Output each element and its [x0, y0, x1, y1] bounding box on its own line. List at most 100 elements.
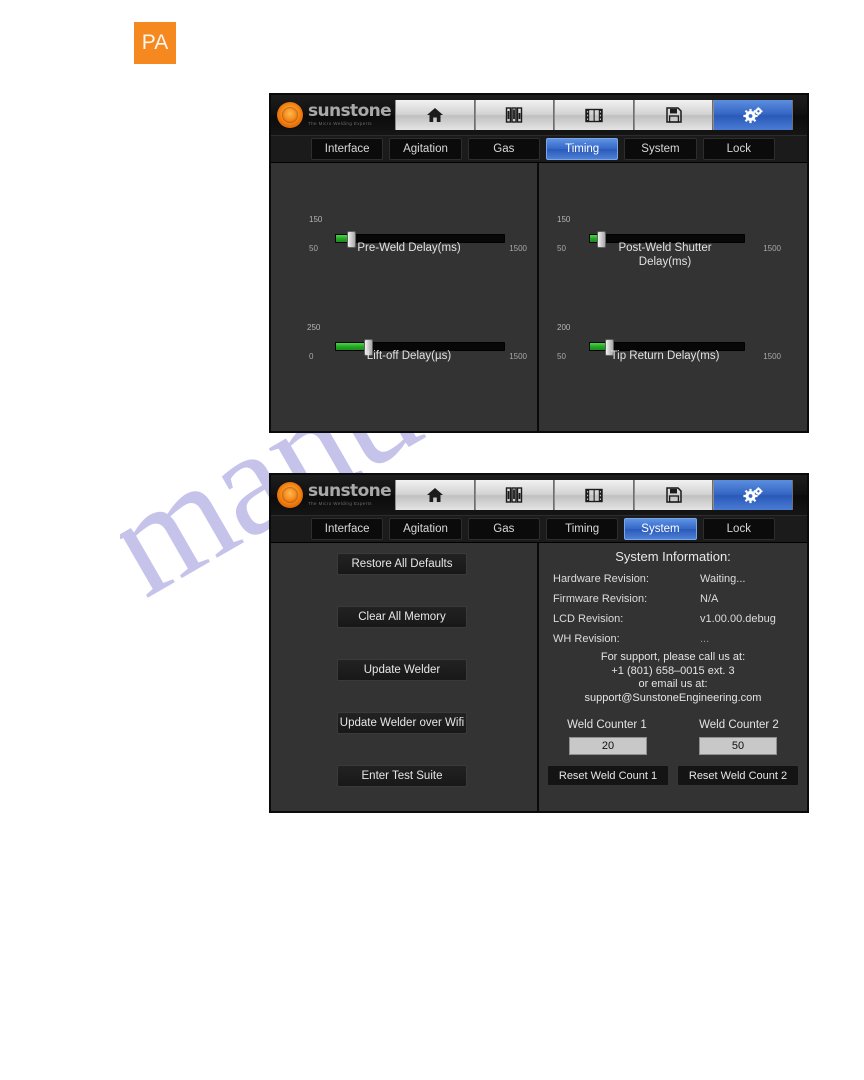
gears-icon	[743, 486, 763, 504]
sliders-icon	[505, 107, 523, 123]
brand-tagline: The Micro Welding Experts	[308, 501, 372, 507]
toolbar-button-settings[interactable]	[713, 100, 793, 130]
tab-agitation[interactable]: Agitation	[389, 518, 462, 540]
tab-timing[interactable]: Timing	[545, 518, 619, 540]
slider-label: Lift-off Delay(µs)	[366, 350, 452, 362]
toolbar-button-home[interactable]	[395, 480, 475, 510]
reset-weld-count-1-button[interactable]: Reset Weld Count 1	[547, 765, 669, 786]
device-screenshot-system: sunstone The Micro Welding Experts Inter…	[269, 473, 809, 813]
reset-weld-count-2-button[interactable]: Reset Weld Count 2	[677, 765, 799, 786]
tab-interface[interactable]: Interface	[311, 138, 384, 160]
save-icon	[665, 107, 682, 123]
toolbar-button-save[interactable]	[633, 100, 714, 130]
tab-interface[interactable]: Interface	[311, 518, 384, 540]
slider-label: Post-Weld Shutter Delay(ms)	[618, 242, 712, 268]
info-key: Hardware Revision:	[553, 573, 649, 585]
support-line-2: or email us at:	[638, 678, 708, 690]
support-email: support@SunstoneEngineering.com	[584, 691, 762, 704]
tab-agitation[interactable]: Agitation	[389, 138, 462, 160]
brand: sunstone The Micro Welding Experts	[273, 482, 393, 508]
gears-icon	[743, 106, 763, 124]
weld-counter-1-label: Weld Counter 1	[567, 719, 647, 731]
slider-value: 150	[557, 215, 571, 224]
slider-max: 1500	[509, 352, 527, 361]
pa-logo: PA	[134, 22, 176, 64]
system-information-pane: System Information: Hardware Revision: W…	[539, 543, 807, 811]
brand-name: sunstone	[308, 481, 392, 502]
app-header: sunstone The Micro Welding Experts	[271, 95, 807, 135]
film-icon	[585, 108, 603, 123]
slider-min: 50	[557, 352, 566, 361]
toolbar-button-sliders[interactable]	[474, 480, 555, 510]
toolbar-button-sliders[interactable]	[474, 100, 555, 130]
tab-system[interactable]: System	[624, 518, 697, 540]
tab-bar-timing: Interface Agitation Gas Timing System Lo…	[271, 135, 807, 163]
info-row-firmware-revision: Firmware Revision: N/A	[553, 593, 797, 610]
timing-left-pane: 150 50 1500 Pre-Weld Delay(ms) 250 0 150…	[271, 163, 539, 431]
slider-max: 1500	[509, 244, 527, 253]
tab-timing[interactable]: Timing	[545, 138, 619, 160]
system-panes: Restore All Defaults Clear All Memory Up…	[271, 543, 807, 811]
home-icon	[426, 487, 444, 503]
timing-panes: 150 50 1500 Pre-Weld Delay(ms) 250 0 150…	[271, 163, 807, 431]
toolbar-button-save[interactable]	[633, 480, 714, 510]
slider-max: 1500	[763, 244, 781, 253]
tab-gas[interactable]: Gas	[467, 518, 540, 540]
save-icon	[665, 487, 682, 503]
sliders-icon	[505, 487, 523, 503]
enter-test-suite-button[interactable]: Enter Test Suite	[337, 765, 467, 787]
brand-name: sunstone	[308, 101, 392, 122]
toolbar-button-settings[interactable]	[713, 480, 793, 510]
slider-value: 200	[557, 323, 571, 332]
toolbar	[395, 100, 805, 130]
toolbar-button-film[interactable]	[554, 100, 634, 130]
slider-min: 0	[309, 352, 314, 361]
slider-value: 250	[307, 323, 321, 332]
sun-burst-icon	[277, 482, 303, 508]
home-icon	[426, 107, 444, 123]
support-phone: +1 (801) 658–0015 ext. 3	[611, 664, 735, 677]
slider-value: 150	[309, 215, 323, 224]
device-screenshot-timing: sunstone The Micro Welding Experts Inter…	[269, 93, 809, 433]
app-header: sunstone The Micro Welding Experts	[271, 475, 807, 515]
support-line-1: For support, please call us at:	[600, 651, 746, 663]
restore-all-defaults-button[interactable]: Restore All Defaults	[337, 553, 467, 575]
pa-logo-text: PA	[141, 31, 169, 54]
info-value: ...	[700, 633, 710, 645]
info-row-wh-revision: WH Revision: ...	[553, 633, 797, 650]
update-welder-button[interactable]: Update Welder	[337, 659, 467, 681]
info-row-lcd-revision: LCD Revision: v1.00.00.debug	[553, 613, 797, 630]
info-row-hardware-revision: Hardware Revision: Waiting...	[553, 573, 797, 590]
weld-counter-1-value: 20	[569, 737, 647, 755]
toolbar	[395, 480, 805, 510]
tab-system[interactable]: System	[624, 138, 697, 160]
tab-lock[interactable]: Lock	[702, 518, 775, 540]
info-value: v1.00.00.debug	[700, 613, 776, 625]
slider-max: 1500	[763, 352, 781, 361]
info-key: LCD Revision:	[553, 613, 624, 625]
info-key: WH Revision:	[553, 633, 620, 645]
clear-all-memory-button[interactable]: Clear All Memory	[337, 606, 467, 628]
sun-burst-icon	[277, 102, 303, 128]
toolbar-button-film[interactable]	[554, 480, 634, 510]
system-information-title: System Information:	[615, 549, 731, 564]
brand: sunstone The Micro Welding Experts	[273, 102, 393, 128]
system-actions-pane: Restore All Defaults Clear All Memory Up…	[271, 543, 539, 811]
brand-tagline: The Micro Welding Experts	[308, 121, 372, 127]
tab-lock[interactable]: Lock	[702, 138, 775, 160]
update-welder-over-wifi-button[interactable]: Update Welder over Wifi	[337, 712, 467, 734]
slider-min: 50	[557, 244, 566, 253]
info-key: Firmware Revision:	[553, 593, 648, 605]
info-value: N/A	[700, 593, 719, 605]
slider-label: Tip Return Delay(ms)	[610, 350, 720, 362]
weld-counter-2-value: 50	[699, 737, 777, 755]
tab-gas[interactable]: Gas	[467, 138, 540, 160]
weld-counter-2-label: Weld Counter 2	[699, 719, 779, 731]
slider-label: Pre-Weld Delay(ms)	[357, 242, 461, 254]
slider-min: 50	[309, 244, 318, 253]
film-icon	[585, 488, 603, 503]
info-value: Waiting...	[700, 573, 746, 585]
toolbar-button-home[interactable]	[395, 100, 475, 130]
timing-right-pane: 150 50 1500 Post-Weld Shutter Delay(ms) …	[539, 163, 807, 431]
tab-bar-system: Interface Agitation Gas Timing System Lo…	[271, 515, 807, 543]
